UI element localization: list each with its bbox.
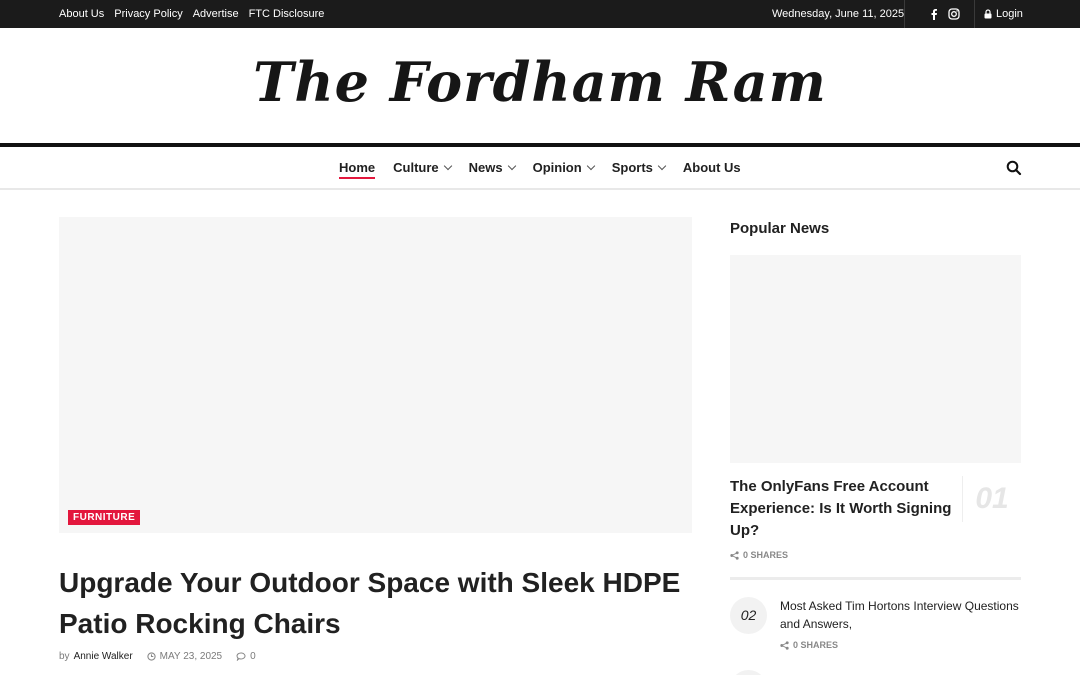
article-title[interactable]: Upgrade Your Outdoor Space with Sleek HD… [59, 562, 699, 644]
share-icon [780, 640, 789, 650]
chevron-down-icon [657, 161, 667, 171]
share-count: 0 SHARES [780, 640, 838, 650]
nav-label: Home [339, 160, 376, 175]
lock-icon [984, 9, 992, 19]
divider [974, 0, 975, 28]
login-button[interactable]: Login [984, 0, 1023, 28]
comment-icon [236, 652, 246, 661]
sidebar-title: Popular News [730, 220, 830, 237]
nav-items: Home Culture News Opinion Sports About U… [339, 147, 759, 188]
nav-label: About Us [682, 160, 741, 175]
search-icon[interactable] [1006, 160, 1022, 176]
nav-label: Opinion [532, 160, 582, 175]
top-link-about[interactable]: About Us [59, 8, 104, 20]
clock-icon [147, 652, 156, 661]
nav-item-news[interactable]: News [468, 147, 516, 188]
featured-image[interactable] [59, 217, 692, 533]
nav-label: News [468, 160, 503, 175]
popular-post-title[interactable]: The OnlyFans Free Account Experience: Is… [730, 476, 952, 542]
site-logo[interactable]: The Fordham Ram [0, 50, 1080, 114]
popular-post-number: 01 [962, 476, 1021, 522]
share-count: 0 SHARES [730, 550, 788, 560]
category-badge[interactable]: FURNITURE [68, 510, 141, 525]
divider [904, 0, 905, 28]
popular-post-number [730, 670, 767, 675]
popular-post-image[interactable] [730, 255, 1021, 463]
nav-item-sports[interactable]: Sports [611, 147, 667, 188]
instagram-icon[interactable] [948, 8, 960, 20]
top-link-privacy[interactable]: Privacy Policy [114, 8, 182, 20]
chevron-down-icon [443, 161, 452, 171]
nav-label: Sports [611, 160, 653, 175]
popular-post-number: 02 [730, 597, 767, 634]
main-nav: Home Culture News Opinion Sports About U… [0, 147, 1080, 190]
share-count-text: 0 SHARES [793, 640, 839, 650]
facebook-icon[interactable] [930, 8, 938, 20]
article-date: MAY 23, 2025 [159, 651, 223, 662]
article-meta: by Annie Walker MAY 23, 2025 0 [59, 651, 256, 662]
popular-post-title[interactable]: Most Asked Tim Hortons Interview Questio… [780, 597, 1022, 633]
nav-label: Culture [393, 160, 439, 175]
chevron-down-icon [507, 161, 516, 171]
comment-count[interactable]: 0 [250, 651, 256, 662]
top-bar: About Us Privacy Policy Advertise FTC Di… [0, 0, 1080, 28]
share-icon [730, 550, 739, 560]
social-links [930, 0, 960, 28]
top-link-ftc[interactable]: FTC Disclosure [249, 8, 325, 20]
nav-item-culture[interactable]: Culture [393, 147, 452, 188]
chevron-down-icon [586, 161, 595, 171]
top-link-advertise[interactable]: Advertise [193, 8, 239, 20]
share-count-text: 0 SHARES [743, 550, 789, 560]
masthead: The Fordham Ram [0, 28, 1080, 144]
nav-item-about[interactable]: About Us [683, 147, 741, 188]
login-label: Login [996, 8, 1023, 20]
divider [730, 577, 1021, 580]
nav-item-opinion[interactable]: Opinion [532, 147, 595, 188]
by-label: by [59, 651, 70, 662]
nav-item-home[interactable]: Home [339, 147, 376, 188]
top-links: About Us Privacy Policy Advertise FTC Di… [59, 0, 324, 28]
author-link[interactable]: Annie Walker [74, 651, 133, 662]
current-date: Wednesday, June 11, 2025 [772, 8, 905, 20]
